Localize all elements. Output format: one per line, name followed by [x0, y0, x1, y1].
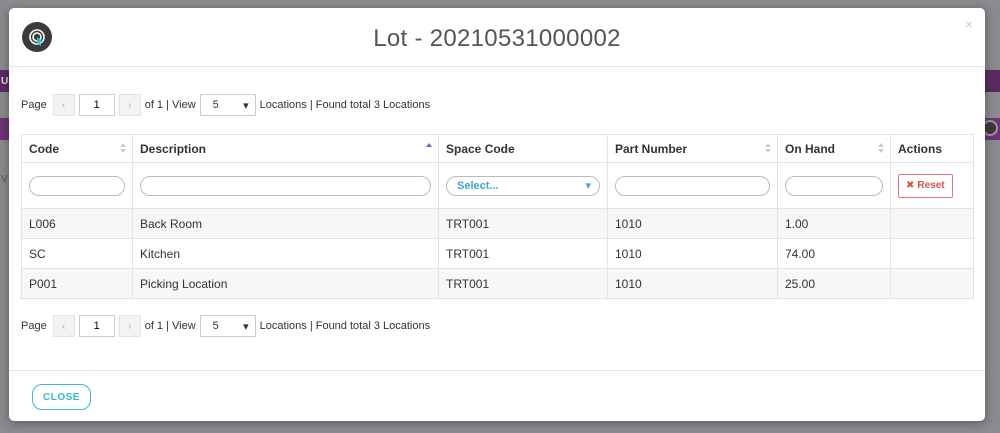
pager-of-label: of 1 | View: [144, 99, 196, 111]
column-header-code[interactable]: Code: [21, 134, 133, 163]
pager-of-label: of 1 | View: [144, 320, 196, 332]
on-hand-filter-input[interactable]: [785, 175, 883, 196]
pager-top: Page ‹ › of 1 | View 5 ▾ Locations | Fou…: [21, 94, 430, 116]
locations-table: Code Description Space Code Part Number …: [21, 134, 974, 299]
cell-part-number: 1010: [607, 238, 778, 269]
page-size-select[interactable]: 5 ▾: [199, 315, 256, 337]
space-code-placeholder: Select...: [457, 179, 499, 192]
pager-page-label: Page: [21, 320, 47, 332]
cell-actions: [890, 208, 974, 239]
space-code-filter-select[interactable]: Select... ▾: [446, 175, 600, 196]
modal-header: Lot - 20210531000002 ×: [9, 8, 985, 67]
table-filter-row: Select... ▾ ✖ Reset: [21, 162, 974, 209]
close-icon: ✖: [906, 180, 915, 191]
sort-icon: [120, 143, 126, 155]
next-page-button[interactable]: ›: [118, 94, 141, 116]
cell-on-hand: 74.00: [777, 238, 891, 269]
table-header-row: Code Description Space Code Part Number …: [21, 134, 974, 163]
sort-icon: [765, 143, 771, 155]
column-header-actions: Actions: [890, 134, 974, 163]
lot-locations-modal: Lot - 20210531000002 × Page ‹ › of 1 | V…: [9, 8, 985, 421]
reset-label: Reset: [917, 180, 945, 191]
next-page-button[interactable]: ›: [118, 315, 141, 337]
cell-actions: [890, 268, 974, 299]
sort-icon: [878, 143, 884, 155]
page-number-input[interactable]: [78, 315, 115, 337]
column-header-on-hand[interactable]: On Hand: [777, 134, 891, 163]
table-row[interactable]: L006 Back Room TRT001 1010 1.00: [21, 208, 974, 239]
modal-footer: CLOSE: [9, 370, 985, 421]
cell-space-code: TRT001: [438, 268, 608, 299]
cell-code: L006: [21, 208, 133, 239]
cell-on-hand: 1.00: [777, 208, 891, 239]
part-number-filter-input[interactable]: [615, 175, 770, 196]
reset-filters-button[interactable]: ✖ Reset: [898, 173, 953, 198]
pager-found-label: Locations | Found total 3 Locations: [259, 320, 431, 332]
description-filter-input[interactable]: [140, 175, 431, 196]
cell-space-code: TRT001: [438, 208, 608, 239]
cell-description: Picking Location: [132, 268, 439, 299]
cell-code: SC: [21, 238, 133, 269]
prev-page-button[interactable]: ‹: [52, 315, 75, 337]
pager-bottom: Page ‹ › of 1 | View 5 ▾ Locations | Fou…: [21, 315, 430, 337]
prev-page-button[interactable]: ‹: [52, 94, 75, 116]
sort-ascending-icon: [426, 143, 432, 155]
background-text: V: [1, 174, 8, 185]
page-size-value: 5: [212, 99, 219, 111]
background-text: U: [1, 76, 9, 87]
column-header-space-code[interactable]: Space Code: [438, 134, 608, 163]
pager-found-label: Locations | Found total 3 Locations: [259, 99, 431, 111]
chevron-down-icon: ▾: [243, 99, 249, 112]
cell-on-hand: 25.00: [777, 268, 891, 299]
table-row[interactable]: P001 Picking Location TRT001 1010 25.00: [21, 268, 974, 299]
table-row[interactable]: SC Kitchen TRT001 1010 74.00: [21, 238, 974, 269]
cell-part-number: 1010: [607, 268, 778, 299]
cell-description: Back Room: [132, 208, 439, 239]
chevron-down-icon: ▾: [585, 180, 591, 192]
cell-code: P001: [21, 268, 133, 299]
chevron-down-icon: ▾: [243, 320, 249, 333]
close-button[interactable]: CLOSE: [32, 384, 91, 410]
page-number-input[interactable]: [78, 94, 115, 116]
pager-page-label: Page: [21, 99, 47, 111]
code-filter-input[interactable]: [29, 175, 125, 196]
column-header-description[interactable]: Description: [132, 134, 439, 163]
cell-actions: [890, 238, 974, 269]
page-size-select[interactable]: 5 ▾: [199, 94, 256, 116]
modal-title: Lot - 20210531000002: [373, 25, 621, 52]
column-header-part-number[interactable]: Part Number: [607, 134, 778, 163]
page-size-value: 5: [212, 320, 219, 332]
cell-part-number: 1010: [607, 208, 778, 239]
cell-space-code: TRT001: [438, 238, 608, 269]
cell-description: Kitchen: [132, 238, 439, 269]
close-icon[interactable]: ×: [965, 16, 973, 32]
